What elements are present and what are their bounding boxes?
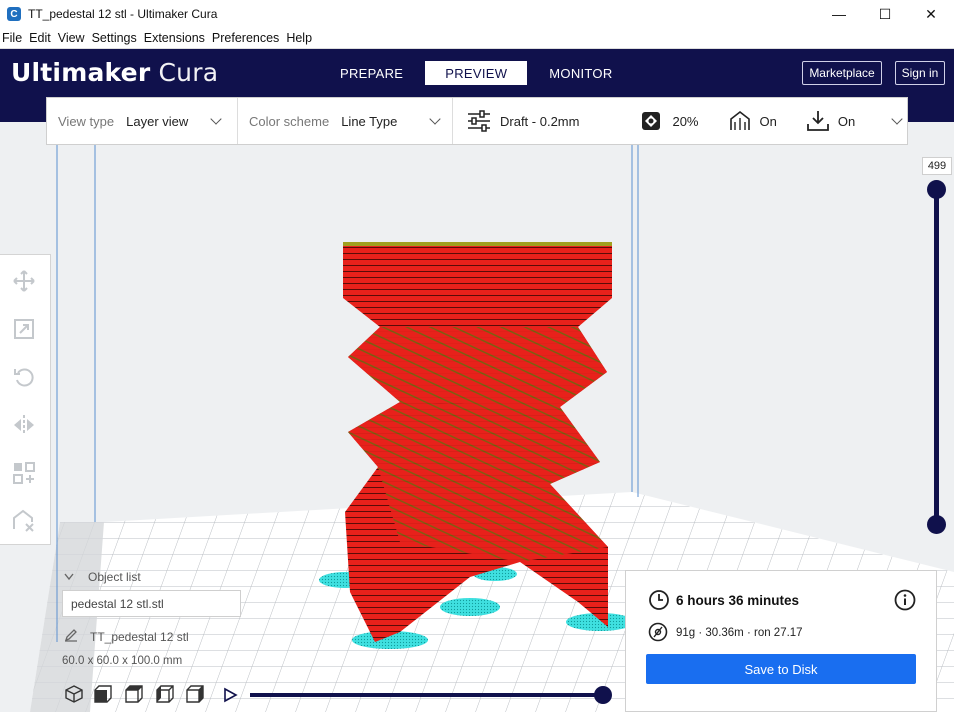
print-info-panel: 6 hours 36 minutes 91g · 30.36m · ron 27… xyxy=(625,570,937,712)
info-icon[interactable] xyxy=(894,589,916,611)
tab-monitor[interactable]: MONITOR xyxy=(535,61,626,85)
menu-file[interactable]: File xyxy=(0,31,26,45)
clock-icon xyxy=(649,590,669,610)
minimize-button[interactable]: — xyxy=(816,0,862,28)
mirror-tool-icon[interactable] xyxy=(12,413,36,437)
menu-edit[interactable]: Edit xyxy=(27,31,55,45)
top-view-icon[interactable] xyxy=(124,684,144,704)
menu-preferences[interactable]: Preferences xyxy=(210,31,283,45)
sign-in-button[interactable]: Sign in xyxy=(895,61,945,85)
move-tool-icon[interactable] xyxy=(12,269,36,293)
ultimaker-cura-logo: Ultimaker Cura xyxy=(11,58,219,87)
object-list-title[interactable]: Object list xyxy=(88,570,141,584)
color-scheme-label: Color scheme xyxy=(249,113,330,129)
window-titlebar: C TT_pedestal 12 stl - Ultimaker Cura — … xyxy=(0,0,954,28)
play-icon[interactable] xyxy=(222,687,238,703)
layer-slider-track[interactable] xyxy=(934,190,939,524)
infill-icon xyxy=(642,112,661,130)
right-view-icon[interactable] xyxy=(185,684,205,704)
support-blocker-icon[interactable] xyxy=(12,509,36,533)
rotate-tool-icon[interactable] xyxy=(12,365,36,389)
material-usage: 91g · 30.36m · ron 27.17 xyxy=(676,627,803,639)
adhesion-icon xyxy=(806,111,829,131)
print-time: 6 hours 36 minutes xyxy=(676,593,800,608)
left-view-icon[interactable] xyxy=(155,684,175,704)
support-value: On xyxy=(759,113,777,129)
color-scheme-dropdown[interactable]: Color scheme Line Type xyxy=(238,98,453,144)
layer-slider-bottom-handle[interactable] xyxy=(927,515,946,534)
chevron-down-icon xyxy=(210,113,222,125)
left-tool-panel xyxy=(0,254,51,545)
profile-value: Draft - 0.2mm xyxy=(500,113,580,129)
menu-help[interactable]: Help xyxy=(284,31,316,45)
layer-slider-top-handle[interactable] xyxy=(927,180,946,199)
chevron-down-icon[interactable] xyxy=(64,573,74,581)
print-settings-selector[interactable]: Draft - 0.2mm 20% On On xyxy=(453,98,907,144)
layer-number-box[interactable]: 499 xyxy=(922,157,952,175)
adhesion-value: On xyxy=(837,113,856,129)
save-to-disk-button[interactable]: Save to Disk xyxy=(646,654,916,684)
maximize-button[interactable]: ☐ xyxy=(862,0,908,28)
view-type-dropdown[interactable]: View type Layer view xyxy=(47,98,238,144)
object-name: TT_pedestal 12 stl xyxy=(90,630,189,644)
close-button[interactable]: ✕ xyxy=(908,0,954,28)
marketplace-button[interactable]: Marketplace xyxy=(802,61,882,85)
path-slider-handle[interactable] xyxy=(594,686,612,704)
chevron-down-icon xyxy=(429,113,442,125)
view-type-label: View type xyxy=(58,113,115,129)
view-type-value: Layer view xyxy=(126,113,189,129)
cura-app-icon: C xyxy=(7,7,21,21)
scale-tool-icon[interactable] xyxy=(12,317,36,341)
pencil-icon[interactable] xyxy=(64,628,78,642)
3d-view-icon[interactable] xyxy=(64,684,84,704)
support-icon xyxy=(729,110,750,130)
view-settings-toolbar: View type Layer view Color scheme Line T… xyxy=(46,97,908,145)
object-list-field[interactable]: pedestal 12 stl.stl xyxy=(62,590,241,617)
menu-view[interactable]: View xyxy=(56,31,89,45)
menu-settings[interactable]: Settings xyxy=(90,31,141,45)
infill-value: 20% xyxy=(672,113,699,129)
menu-bar: File Edit View Settings Extensions Prefe… xyxy=(0,28,954,49)
menu-extensions[interactable]: Extensions xyxy=(142,31,209,45)
settings-sliders-icon xyxy=(468,110,490,132)
spool-icon xyxy=(648,622,668,642)
front-view-icon[interactable] xyxy=(93,684,113,704)
object-dimensions: 60.0 x 60.0 x 100.0 mm xyxy=(62,655,183,667)
window-title: TT_pedestal 12 stl - Ultimaker Cura xyxy=(28,7,218,21)
per-model-settings-icon[interactable] xyxy=(12,461,36,485)
chevron-down-icon[interactable] xyxy=(891,113,903,125)
color-scheme-value: Line Type xyxy=(341,113,398,129)
tab-prepare[interactable]: PREPARE xyxy=(326,61,417,85)
tab-preview[interactable]: PREVIEW xyxy=(425,61,528,85)
path-slider-track[interactable] xyxy=(250,693,606,697)
